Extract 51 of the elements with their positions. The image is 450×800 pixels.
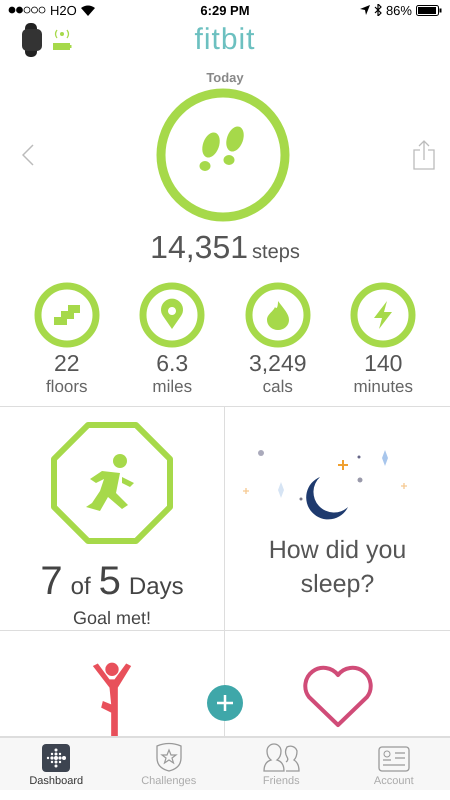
steps-ring[interactable] — [155, 87, 291, 223]
stat-ring[interactable] — [34, 282, 100, 348]
stat-value: 22 — [54, 350, 80, 376]
heart-icon — [300, 665, 374, 729]
steps-count: 14,351 — [150, 229, 248, 266]
sleep-question: How did you sleep? — [268, 535, 408, 600]
stat-value: 6.3 — [156, 350, 188, 376]
stat-value: 3,249 — [248, 350, 307, 376]
stat-unit: cals — [262, 376, 293, 398]
battery-icon — [416, 4, 442, 16]
flame-icon — [266, 301, 289, 330]
goal-caption: Goal met! — [72, 608, 152, 629]
stairs-icon — [54, 305, 80, 325]
carrier-name: H2O — [50, 2, 77, 18]
runner-badge-icon — [50, 421, 174, 545]
sleep-tile[interactable]: How did you sleep? — [225, 407, 450, 631]
tab[interactable]: Dashboard — [0, 738, 112, 790]
stat-unit: minutes — [353, 376, 414, 398]
location-arrow-icon — [360, 5, 370, 15]
battery-percent: 86% — [386, 2, 412, 18]
plus-icon — [216, 694, 234, 712]
steps-unit: steps — [252, 241, 300, 264]
stat-value: 140 — [364, 350, 402, 376]
stat-ring[interactable] — [244, 282, 311, 348]
sync-battery-icon — [52, 28, 72, 52]
stat-ring[interactable] — [350, 282, 416, 348]
bluetooth-icon — [374, 4, 382, 16]
stat-unit: miles — [152, 376, 192, 398]
wifi-icon — [80, 4, 95, 16]
date-label: Today — [205, 70, 245, 85]
shield-star-icon — [154, 742, 183, 772]
footprints-icon — [200, 126, 244, 171]
of-label: of — [70, 573, 91, 601]
fitbit-logo: fitbit — [194, 23, 256, 56]
days-count: 7 — [40, 559, 63, 604]
stat-ring[interactable] — [139, 282, 206, 348]
back-chevron-icon[interactable] — [22, 144, 34, 166]
clock-time: 6:29 PM — [200, 2, 250, 18]
share-icon[interactable] — [412, 140, 436, 170]
add-button[interactable] — [207, 685, 243, 721]
goal-days: 5 — [98, 559, 121, 604]
exercise-tile[interactable]: 7 of 5 Days Goal met! — [0, 407, 225, 631]
stat-unit: floors — [46, 376, 88, 398]
id-card-icon — [378, 746, 410, 772]
days-label: Days — [128, 573, 184, 601]
dashboard-icon — [42, 744, 70, 772]
lightning-bolt-icon — [374, 301, 392, 329]
signal-icon — [8, 6, 46, 14]
friends-icon — [262, 742, 300, 772]
fitness-band-icon[interactable] — [20, 23, 44, 57]
location-pin-icon — [161, 298, 184, 329]
